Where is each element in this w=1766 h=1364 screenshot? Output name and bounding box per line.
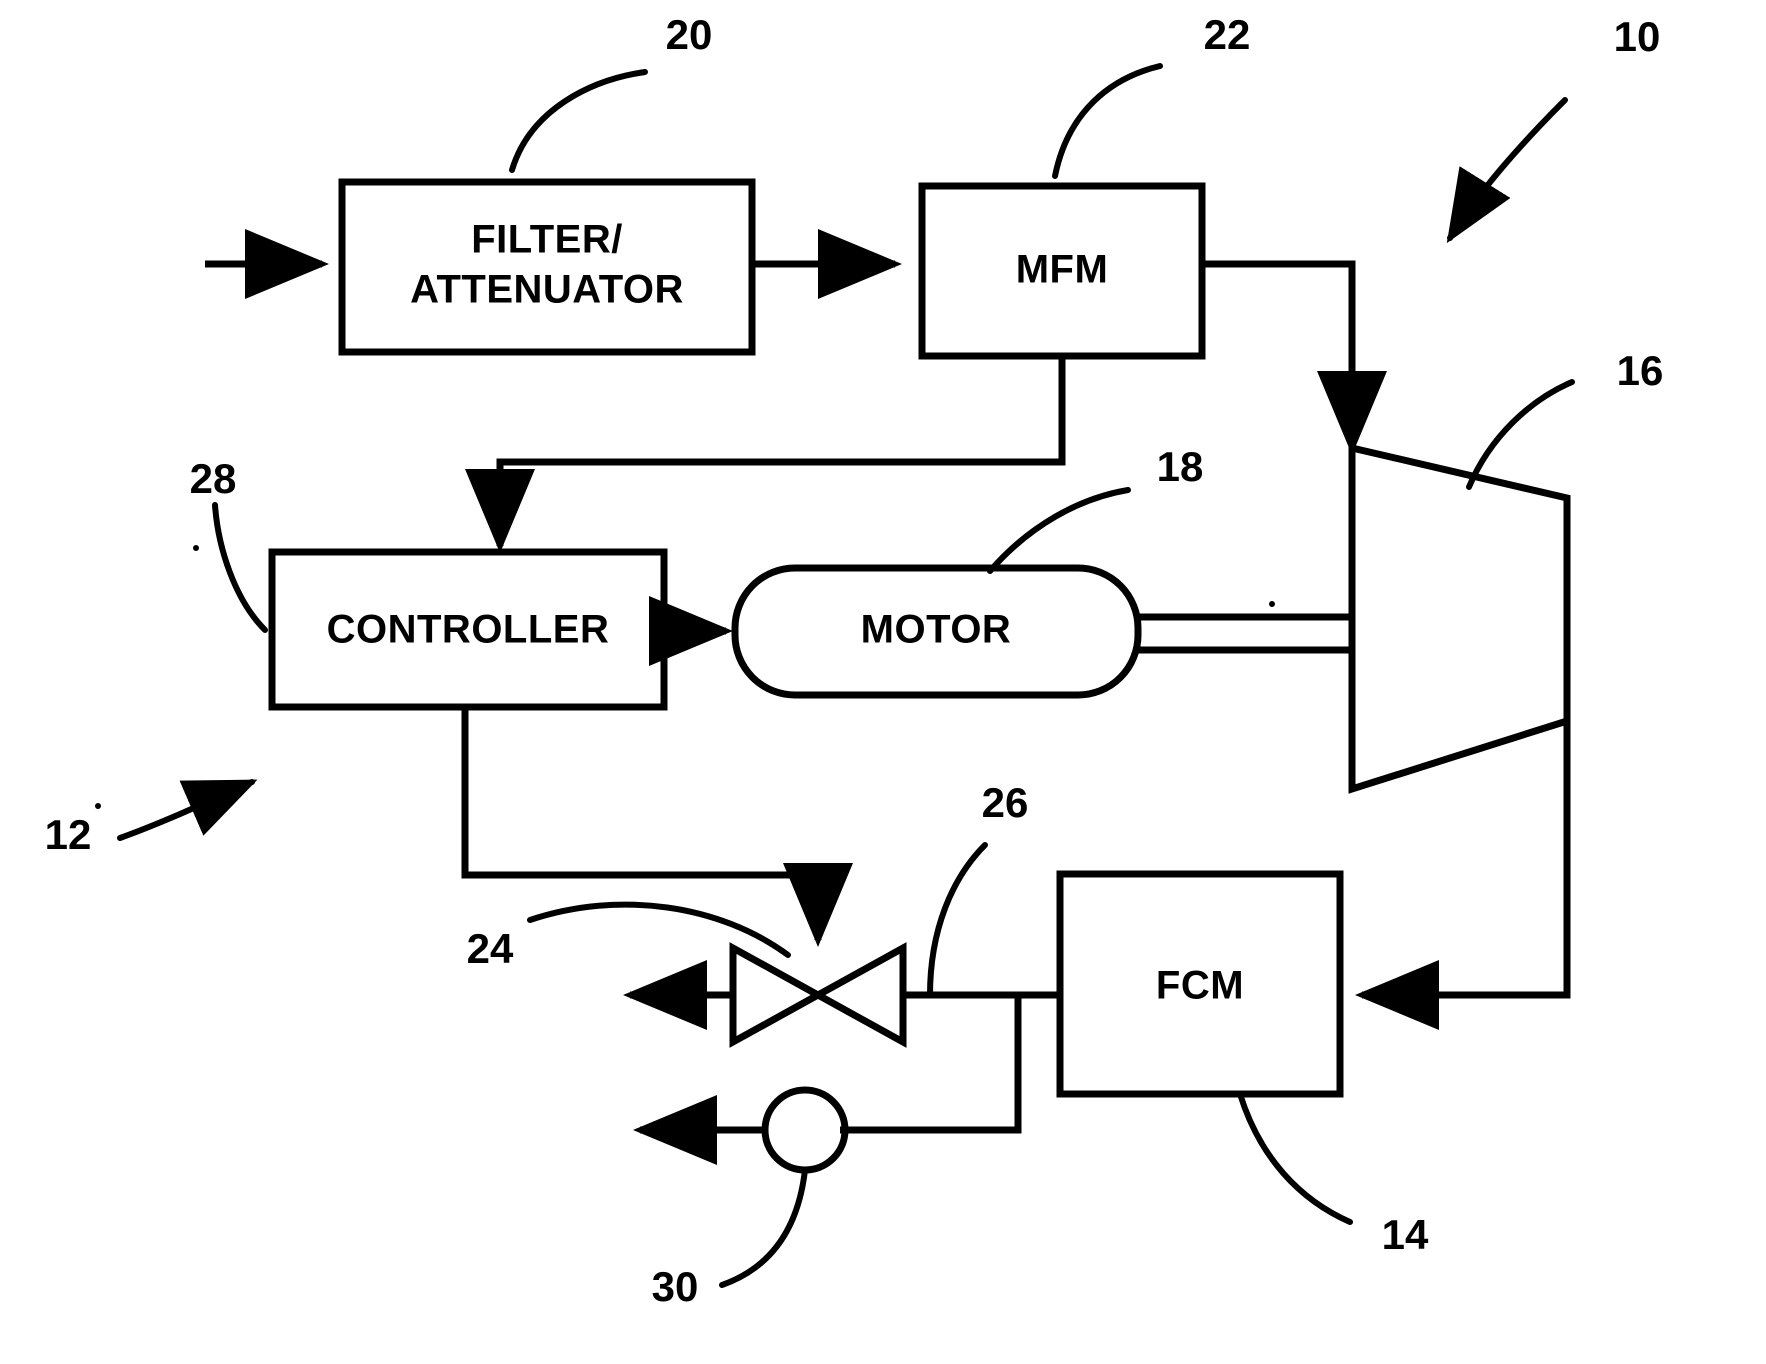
motor-shaft [1138,613,1352,654]
controller-block[interactable]: CONTROLLER [268,548,668,711]
mfm-label: MFM [1016,248,1109,292]
ref-12-pointer-arrow [117,779,258,841]
ref-26-leader [927,842,988,998]
ref-numeral-16: 16 [1617,347,1664,394]
ref-numeral-12: 12 [45,811,92,858]
fcm-label: FCM [1156,964,1244,1008]
ref-14-leader [1237,1091,1353,1225]
ref-numeral-18: 18 [1157,443,1204,490]
ref-22-leader [1052,63,1163,179]
filter-attenuator-block[interactable]: FILTER/ ATTENUATOR [338,178,756,356]
filter-attenuator-label-line2: ATTENUATOR [410,268,684,312]
ref-numeral-28: 28 [190,455,237,502]
ref-20-leader [509,69,648,173]
ref-30-leader [719,1167,808,1288]
mfm-to-controller-path [465,356,1066,553]
block-diagram-svg: FILTER/ ATTENUATOR 20 MFM 22 10 CONTROLL… [45,11,1664,1310]
ref-24-leader [527,901,791,958]
controller-label: CONTROLLER [327,608,610,652]
fcm-to-orifice-path [840,995,1022,1134]
orifice-symbol[interactable] [761,1086,849,1174]
valve-symbol[interactable] [729,942,907,1048]
ref-numeral-20: 20 [666,11,713,58]
turbine-to-fcm-path [1355,640,1571,1030]
turbine-block[interactable] [1348,443,1571,794]
ref-numeral-30: 30 [652,1263,699,1310]
filter-attenuator-label-line1: FILTER/ [471,218,623,262]
fcm-block[interactable]: FCM [1056,870,1344,1098]
ref-numeral-26: 26 [982,779,1029,826]
mfm-to-turbine-path [1202,260,1387,455]
motor-label: MOTOR [861,608,1012,652]
ref-numeral-10: 10 [1614,13,1661,60]
motor-block[interactable]: MOTOR [731,564,1142,699]
ref-numeral-14: 14 [1382,1211,1429,1258]
mfm-block[interactable]: MFM [918,182,1206,360]
ref-28-leader [212,502,268,633]
ref-18-leader [987,487,1131,574]
patent-figure-canvas: FILTER/ ATTENUATOR 20 MFM 22 10 CONTROLL… [0,0,1766,1364]
ref-16-leader [1466,379,1575,490]
ref-numeral-24: 24 [467,925,514,972]
ref-10-pointer-arrow [1446,97,1568,244]
ref-numeral-22: 22 [1204,11,1251,58]
